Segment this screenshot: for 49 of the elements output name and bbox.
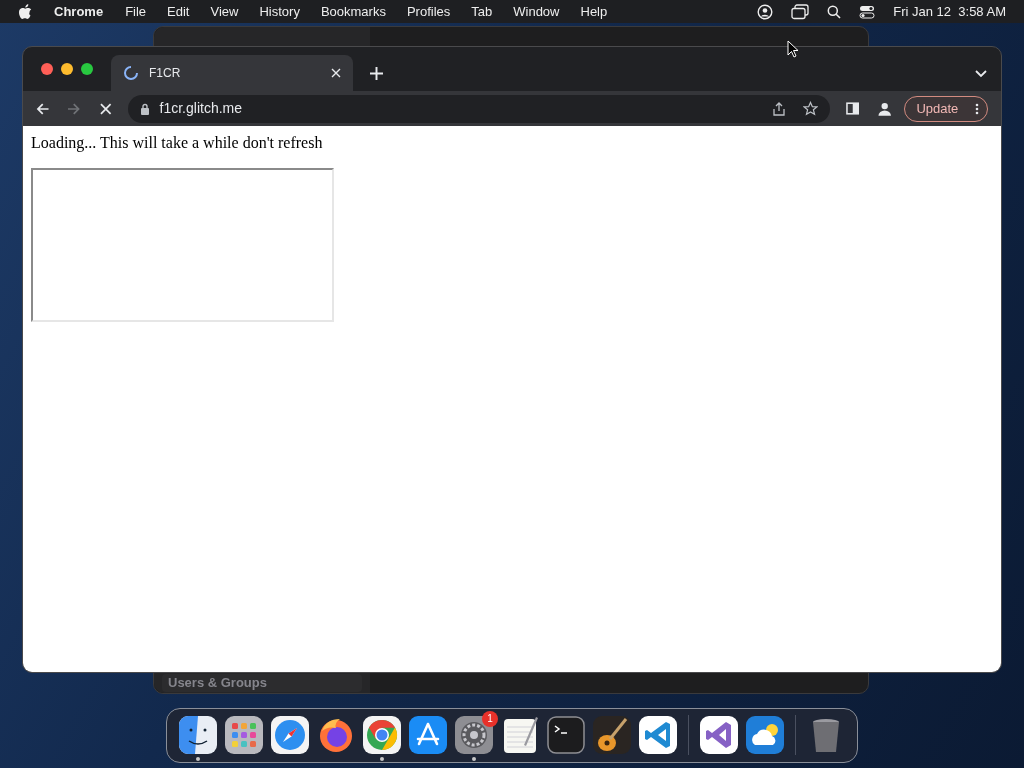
stop-icon[interactable] (99, 102, 112, 115)
menu-bar-clock[interactable]: Fri Jan 12 3:58 AM (893, 1, 1006, 22)
close-window-button[interactable] (41, 63, 53, 75)
app-grid-icon[interactable] (224, 715, 264, 755)
chevron-down-icon[interactable] (975, 70, 987, 78)
menu-item[interactable]: Tab (471, 1, 493, 22)
close-tab-icon[interactable] (331, 68, 341, 78)
gear-icon[interactable] (454, 715, 494, 755)
app-store-icon[interactable] (408, 715, 448, 755)
guitar-icon[interactable] (592, 715, 632, 755)
user-circle-icon[interactable] (757, 3, 774, 20)
compass-icon[interactable] (270, 715, 310, 755)
chrome-icon[interactable] (362, 715, 402, 755)
cursor-icon (787, 40, 799, 58)
menu-item[interactable]: File (125, 1, 147, 22)
update-button[interactable]: Update (904, 95, 988, 122)
menu-item[interactable]: Bookmarks (320, 1, 386, 22)
menu-item[interactable]: Help (580, 1, 608, 22)
notification-badge: 1 (482, 711, 498, 727)
share-icon[interactable] (772, 101, 785, 116)
side-panel-icon[interactable] (845, 102, 859, 115)
studio-icon[interactable] (699, 715, 739, 755)
sidebar-item[interactable]: Users & Groups (162, 674, 362, 692)
menu-item[interactable]: History (259, 1, 300, 22)
terminal-icon[interactable] (546, 715, 586, 755)
menu-item[interactable]: Profiles (406, 1, 451, 22)
menu-item[interactable]: View (210, 1, 239, 22)
loading-message: Loading... This will take a while don't refresh (31, 134, 324, 152)
menu-item[interactable]: Window (513, 1, 560, 22)
windows-icon[interactable] (791, 3, 810, 20)
menu-item[interactable]: Edit (167, 1, 190, 22)
more-vertical-icon[interactable] (975, 102, 979, 115)
new-tab-icon[interactable] (370, 67, 383, 80)
url-text: f1cr.glitch.me (159, 99, 242, 118)
address-bar[interactable]: f1cr.glitch.me (127, 94, 830, 123)
profile-icon[interactable] (877, 100, 893, 117)
minimize-window-button[interactable] (61, 63, 73, 75)
back-arrow-icon[interactable] (36, 101, 50, 116)
toggles-icon[interactable] (859, 4, 876, 19)
star-icon[interactable] (802, 101, 818, 116)
app-menu[interactable]: Chrome (54, 1, 104, 22)
browser-tab[interactable]: F1CR (111, 55, 353, 91)
search-icon[interactable] (827, 4, 842, 19)
apple-icon[interactable] (18, 3, 32, 20)
smiling-face-icon[interactable] (178, 715, 218, 755)
code-editor-icon[interactable] (638, 715, 678, 755)
lock-icon (139, 102, 150, 115)
weather-icon[interactable] (745, 715, 785, 755)
zoom-window-button[interactable] (81, 63, 93, 75)
